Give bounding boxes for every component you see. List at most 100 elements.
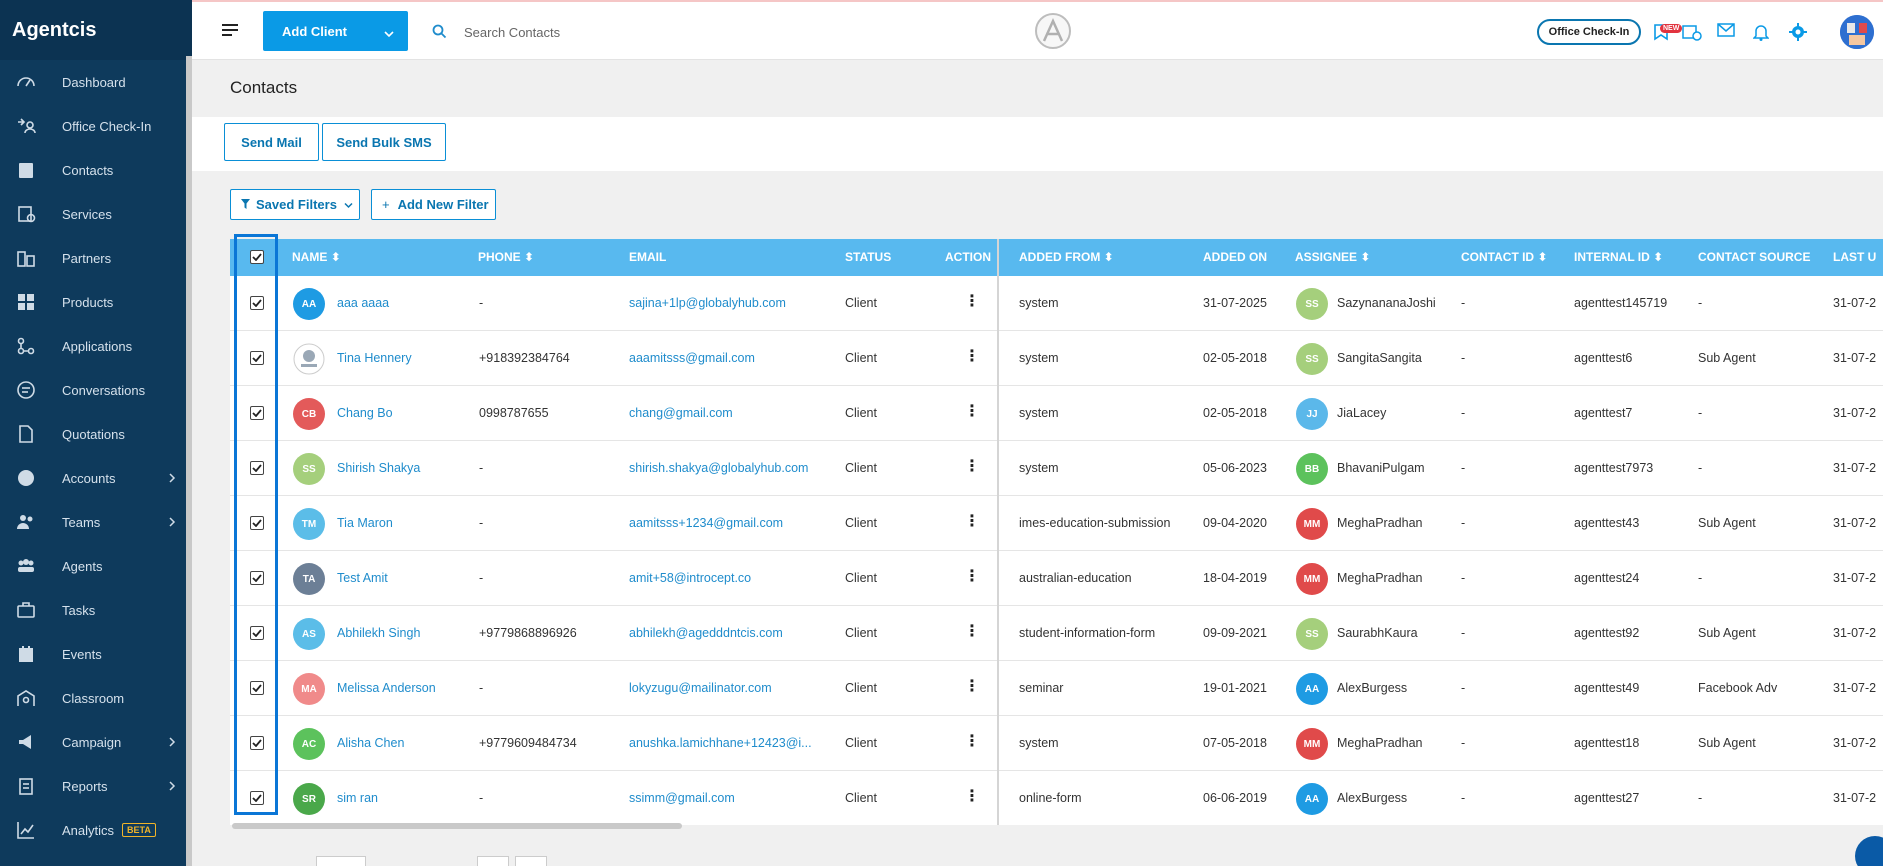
header-contact-source[interactable]: CONTACT SOURCE	[1698, 250, 1810, 264]
sidebar-item-campaign[interactable]: Campaign	[0, 720, 192, 764]
header-assignee[interactable]: ASSIGNEE ⬍	[1295, 250, 1370, 264]
add-new-filter-button[interactable]: + Add New Filter	[371, 189, 496, 220]
menu-toggle-icon[interactable]	[222, 24, 238, 42]
email-link[interactable]: sajina+1lp@globalyhub.com	[629, 296, 786, 310]
add-client-button[interactable]: Add Client	[263, 11, 408, 51]
user-avatar[interactable]	[1840, 15, 1874, 49]
email-link[interactable]: aaamitsss@gmail.com	[629, 351, 755, 365]
phone-cell: +918392384764	[479, 351, 570, 365]
sidebar-item-partners[interactable]: Partners	[0, 236, 192, 280]
mail-icon[interactable]	[1717, 23, 1735, 42]
sidebar-item-events[interactable]: Events	[0, 632, 192, 676]
calendar-check-icon[interactable]	[1682, 23, 1702, 46]
pagination-prev[interactable]	[477, 856, 509, 866]
email-link[interactable]: aamitsss+1234@gmail.com	[629, 516, 783, 530]
more-vertical-icon[interactable]: ⋮	[964, 404, 980, 420]
pagination-select[interactable]	[316, 856, 366, 866]
more-vertical-icon[interactable]: ⋮	[964, 459, 980, 475]
contact-name-link[interactable]: aaa aaaa	[337, 296, 389, 310]
header-name[interactable]: NAME ⬍	[292, 250, 341, 264]
contact-name-link[interactable]: Abhilekh Singh	[337, 626, 420, 640]
header-phone[interactable]: PHONE ⬍	[478, 250, 534, 264]
table-row[interactable]: SS Shirish Shakya - shirish.shakya@globalyh…	[230, 441, 1883, 496]
sidebar-item-office-check-in[interactable]: Office Check-In	[0, 104, 192, 148]
table-row[interactable]: Tina Hennery +918392384764 aaamitsss@gmail…	[230, 331, 1883, 386]
internal-id-cell: agenttest6	[1574, 351, 1633, 365]
more-vertical-icon[interactable]: ⋮	[964, 514, 980, 530]
header-contact-id[interactable]: CONTACT ID ⬍	[1461, 250, 1548, 264]
header-added-from[interactable]: ADDED FROM ⬍	[1019, 250, 1114, 264]
added-from-cell: student-information-form	[1019, 626, 1156, 640]
sidebar-item-quotations[interactable]: Quotations	[0, 412, 192, 456]
more-vertical-icon[interactable]: ⋮	[964, 789, 980, 805]
email-link[interactable]: ssimm@gmail.com	[629, 791, 735, 805]
gear-icon[interactable]	[1789, 23, 1807, 46]
add-new-filter-label: Add New Filter	[397, 197, 489, 212]
contact-name-link[interactable]: sim ran	[337, 791, 378, 805]
more-vertical-icon[interactable]: ⋮	[964, 734, 980, 750]
email-link[interactable]: anushka.lamichhane+12423@i...	[629, 736, 812, 750]
table-row[interactable]: AA aaa aaaa - sajina+1lp@globalyhub.com Clie…	[230, 276, 1883, 331]
table-row[interactable]: TM Tia Maron - aamitsss+1234@gmail.com Clien…	[230, 496, 1883, 551]
last-updated-cell: 31-07-2	[1833, 516, 1877, 530]
table-row[interactable]: AC Alisha Chen +9779609484734 anushka.lamic…	[230, 716, 1883, 771]
email-link[interactable]: chang@gmail.com	[629, 406, 733, 420]
contact-id-cell: -	[1461, 351, 1466, 365]
brand-logo[interactable]: Agentcis	[0, 0, 192, 60]
search-input[interactable]	[464, 20, 764, 44]
office-checkin-button[interactable]: Office Check-In	[1537, 19, 1641, 45]
sidebar-item-agents[interactable]: Agents	[0, 544, 192, 588]
saved-filters-button[interactable]: Saved Filters	[230, 189, 360, 220]
sidebar-item-classroom[interactable]: Classroom	[0, 676, 192, 720]
email-link[interactable]: abhilekh@agedddntcis.com	[629, 626, 783, 640]
contact-name-link[interactable]: Tina Hennery	[337, 351, 412, 365]
added-from-cell: system	[1019, 351, 1059, 365]
more-vertical-icon[interactable]: ⋮	[964, 624, 980, 640]
sidebar-item-dashboard[interactable]: Dashboard	[0, 60, 192, 104]
more-vertical-icon[interactable]: ⋮	[964, 679, 980, 695]
sidebar-item-reports[interactable]: Reports	[0, 764, 192, 808]
email-link[interactable]: shirish.shakya@globalyhub.com	[629, 461, 808, 475]
pagination-next[interactable]	[515, 856, 547, 866]
contact-name-link[interactable]: Chang Bo	[337, 406, 393, 420]
header-added-on[interactable]: ADDED ON	[1203, 250, 1267, 264]
email-link[interactable]: amit+58@introcept.co	[629, 571, 751, 585]
sidebar-item-applications[interactable]: Applications	[0, 324, 192, 368]
send-mail-button[interactable]: Send Mail	[224, 123, 319, 161]
more-vertical-icon[interactable]: ⋮	[964, 294, 980, 310]
email-link[interactable]: lokyzugu@mailinator.com	[629, 681, 772, 695]
contact-source-cell: -	[1698, 461, 1703, 475]
chevron-down-icon[interactable]	[384, 26, 394, 41]
sidebar-item-teams[interactable]: Teams	[0, 500, 192, 544]
table-row[interactable]: CB Chang Bo 0998787655 chang@gmail.com Clien…	[230, 386, 1883, 441]
more-vertical-icon[interactable]: ⋮	[964, 349, 980, 365]
table-row[interactable]: SR sim ran - ssimm@gmail.com Client ⋮ online-f…	[230, 771, 1883, 825]
header-email[interactable]: EMAIL	[629, 250, 666, 264]
contact-name-link[interactable]: Melissa Anderson	[337, 681, 436, 695]
chat-widget-button[interactable]	[1855, 836, 1883, 866]
header-internal-id[interactable]: INTERNAL ID ⬍	[1574, 250, 1663, 264]
sidebar-item-analytics[interactable]: Analytics BETA	[0, 808, 192, 852]
sidebar-item-contacts[interactable]: Contacts	[0, 148, 192, 192]
contact-name-link[interactable]: Alisha Chen	[337, 736, 404, 750]
sidebar-item-tasks[interactable]: Tasks	[0, 588, 192, 632]
header-last-updated[interactable]: LAST U	[1833, 250, 1876, 264]
chevron-right-icon	[169, 471, 176, 486]
sidebar-item-conversations[interactable]: Conversations	[0, 368, 192, 412]
contact-name-link[interactable]: Shirish Shakya	[337, 461, 420, 475]
sidebar-scrollbar[interactable]	[186, 56, 192, 866]
table-row[interactable]: AS Abhilekh Singh +9779868896926 abhilekh@a…	[230, 606, 1883, 661]
bell-icon[interactable]	[1752, 23, 1770, 46]
send-bulk-sms-button[interactable]: Send Bulk SMS	[322, 123, 446, 161]
table-row[interactable]: MA Melissa Anderson - lokyzugu@mailinator.c…	[230, 661, 1883, 716]
table-row[interactable]: TA Test Amit - amit+58@introcept.co Client ⋮ a…	[230, 551, 1883, 606]
sidebar-item-services[interactable]: Services	[0, 192, 192, 236]
horizontal-scrollbar[interactable]	[232, 823, 682, 829]
contact-name-link[interactable]: Test Amit	[337, 571, 388, 585]
contact-name-link[interactable]: Tia Maron	[337, 516, 393, 530]
more-vertical-icon[interactable]: ⋮	[964, 569, 980, 585]
last-updated-cell: 31-07-2	[1833, 681, 1877, 695]
sidebar-item-accounts[interactable]: Accounts	[0, 456, 192, 500]
sort-icon: ⬍	[524, 250, 535, 264]
sidebar-item-products[interactable]: Products	[0, 280, 192, 324]
